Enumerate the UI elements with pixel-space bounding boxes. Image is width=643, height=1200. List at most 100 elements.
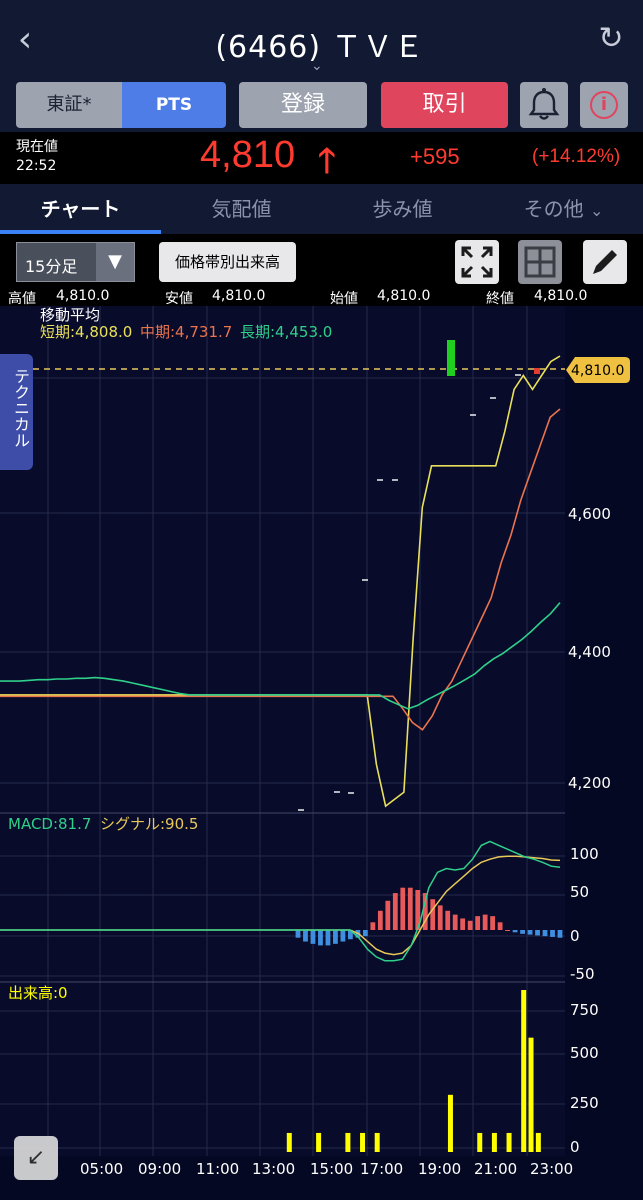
volume-bar xyxy=(477,1132,483,1152)
tab-other[interactable]: その他 ⌄ xyxy=(483,184,643,234)
market-toggle-pts[interactable]: PTS xyxy=(122,82,226,128)
quote-time: 22:52 xyxy=(16,158,57,174)
volume-bar xyxy=(491,1132,497,1152)
legend-mid: 中期:4,731.7 xyxy=(140,323,232,341)
tab-chart[interactable]: チャート xyxy=(0,184,161,234)
volume-bar xyxy=(521,990,527,1152)
price-volume-button[interactable]: 価格帯別出来高 xyxy=(159,242,296,282)
macd-histogram-bar xyxy=(497,922,503,930)
macd-histogram-bar xyxy=(385,900,391,930)
close-label: 終値 xyxy=(486,291,514,307)
volume-bar xyxy=(535,1132,541,1152)
time-tick: 19:00 xyxy=(418,1160,461,1178)
plot-area xyxy=(0,306,565,1156)
fullscreen-icon xyxy=(461,246,493,278)
info-icon: i xyxy=(590,91,618,119)
ohlc-row: 高値 4,810.0 安値 4,810.0 始値 4,810.0 終値 4,81… xyxy=(0,288,643,307)
high-value: 4,810.0 xyxy=(56,288,110,304)
current-price: 4,810 xyxy=(200,134,296,176)
macd-histogram-bar xyxy=(535,930,540,936)
macd-tick-50: 50 xyxy=(570,883,589,901)
chart-toolbar: 15分足 ▼ 価格帯別出来高 xyxy=(0,234,643,290)
dropdown-triangle-icon: ▼ xyxy=(96,243,134,281)
macd-histogram-bar xyxy=(377,910,383,930)
time-tick: 15:00 xyxy=(310,1160,353,1178)
macd-histogram-bar xyxy=(370,922,376,930)
macd-histogram-bar xyxy=(542,930,548,937)
macd-tick-0: 0 xyxy=(570,927,580,945)
price-tick-4600: 4,600 xyxy=(568,505,611,523)
expand-icon[interactable] xyxy=(455,240,499,284)
legend-short: 短期:4,808.0 xyxy=(40,323,132,341)
macd-histogram-bar xyxy=(295,930,301,938)
macd-histogram-bar xyxy=(512,930,518,933)
back-chevron-icon[interactable]: ‹ xyxy=(10,20,40,60)
time-tick: 09:00 xyxy=(138,1160,181,1178)
macd-tick-100: 100 xyxy=(570,845,599,863)
interval-select[interactable]: 15分足 ▼ xyxy=(16,242,135,282)
macd-histogram-bar xyxy=(310,930,316,944)
technical-tab[interactable]: テクニカル xyxy=(0,354,33,470)
low-value: 4,810.0 xyxy=(212,288,266,304)
volume-bar xyxy=(528,1037,534,1152)
macd-histogram-bar xyxy=(400,887,406,930)
macd-histogram-bar xyxy=(318,930,323,946)
time-tick: 11:00 xyxy=(196,1160,239,1178)
price-tick-4400: 4,400 xyxy=(568,643,611,661)
volume-label: 出来高:0 xyxy=(8,984,68,1002)
open-value: 4,810.0 xyxy=(377,288,431,304)
volume-bar xyxy=(360,1132,366,1152)
macd-tick-neg50: -50 xyxy=(570,965,595,983)
last-marker xyxy=(534,368,540,374)
macd-histogram-bar xyxy=(527,930,533,935)
volume-bar xyxy=(374,1132,380,1152)
high-label: 高値 xyxy=(8,291,36,307)
open-label: 始値 xyxy=(330,291,358,307)
last-candle xyxy=(447,340,455,376)
legend-long: 長期:4,453.0 xyxy=(240,323,332,341)
quote-row: 現在値 22:52 4,810 🡑 +595 (+14.12%) xyxy=(0,132,643,184)
volume-bar xyxy=(506,1132,512,1152)
macd-histogram-bar xyxy=(520,930,525,934)
price-change: +595 xyxy=(410,144,460,169)
macd-histogram-bar xyxy=(475,916,481,930)
macd-label: MACD:81.7 xyxy=(8,815,91,833)
tab-quotes[interactable]: 気配値 xyxy=(161,184,322,234)
top-bar: ‹ (6466) ＴＶＥ ⌄ ↻ xyxy=(0,0,643,78)
macd-histogram-bar xyxy=(467,920,473,930)
market-toggle-tosho[interactable]: 東証* xyxy=(16,82,122,128)
refresh-icon[interactable]: ↻ xyxy=(594,22,628,56)
macd-histogram-bar xyxy=(325,930,331,946)
time-tick: 05:00 xyxy=(80,1160,123,1178)
chevron-down-icon[interactable]: ⌄ xyxy=(311,58,323,74)
info-button[interactable]: i xyxy=(580,82,628,128)
alert-button[interactable] xyxy=(520,82,568,128)
technical-tab-label: テクニカル xyxy=(11,368,30,448)
vol-tick-250: 250 xyxy=(570,1094,599,1112)
macd-histogram-bar xyxy=(557,930,563,938)
macd-histogram-bar xyxy=(362,930,368,937)
macd-histogram-bar xyxy=(340,930,346,942)
volume-bar xyxy=(345,1132,351,1152)
macd-histogram-bar xyxy=(482,914,488,930)
macd-histogram-bar xyxy=(437,905,443,930)
time-tick: 23:00 xyxy=(530,1160,573,1178)
tab-other-label: その他 xyxy=(523,197,584,221)
interval-value: 15分足 xyxy=(25,257,78,276)
draw-button[interactable] xyxy=(583,240,627,284)
current-price-label: 現在値 xyxy=(16,139,58,155)
layout-grid-button[interactable] xyxy=(518,240,562,284)
time-tick: 13:00 xyxy=(252,1160,295,1178)
trade-button[interactable]: 取引 xyxy=(381,82,508,128)
vol-tick-500: 500 xyxy=(570,1044,599,1062)
macd-histogram-bar xyxy=(445,910,451,930)
register-button[interactable]: 登録 xyxy=(239,82,367,128)
tab-bar: チャート 気配値 歩み値 その他 ⌄ xyxy=(0,184,643,234)
tab-ticks[interactable]: 歩み値 xyxy=(322,184,483,234)
macd-histogram-bar xyxy=(550,930,555,937)
return-icon[interactable]: ↙ xyxy=(14,1136,58,1180)
stock-chart[interactable]: 移動平均 短期:4,808.0 中期:4,731.7 長期:4,453.0 4,… xyxy=(0,306,643,1200)
time-tick: 21:00 xyxy=(474,1160,517,1178)
action-button-row: 東証* PTS 登録 取引 i xyxy=(0,78,643,132)
ma-title: 移動平均 xyxy=(40,306,100,324)
